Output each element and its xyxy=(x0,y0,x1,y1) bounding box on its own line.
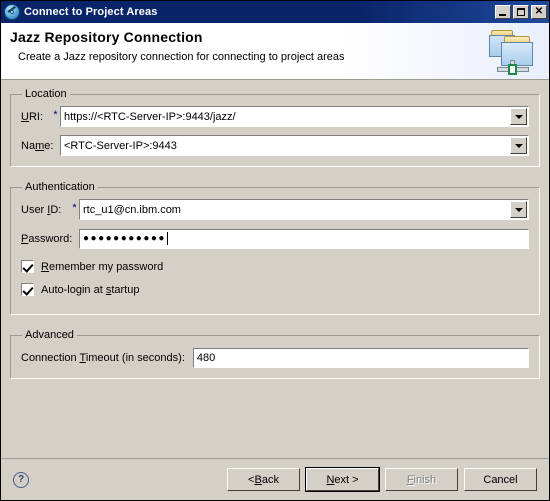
uri-label-mnemonic: U xyxy=(21,110,29,123)
maximize-button[interactable] xyxy=(513,5,529,19)
wizard-header: Jazz Repository Connection Create a Jazz… xyxy=(1,23,549,80)
password-masked-value: ●●●●●●●●●●● xyxy=(83,233,166,244)
close-button[interactable]: ✕ xyxy=(531,5,547,19)
user-id-row: User ID: * rtc_u1@cn.ibm.com xyxy=(21,199,529,220)
password-required-spacer: * xyxy=(70,231,79,243)
repository-connection-icon xyxy=(485,26,541,78)
uri-label: URI: xyxy=(21,110,44,123)
dialog-window: Connect to Project Areas ✕ Jazz Reposito… xyxy=(0,0,550,501)
user-id-dropdown-arrow-icon[interactable] xyxy=(510,201,527,218)
location-group-legend: Location xyxy=(25,88,67,100)
connection-timeout-value: 480 xyxy=(196,351,216,364)
page-title: Jazz Repository Connection xyxy=(10,29,203,45)
back-button[interactable]: < Back xyxy=(227,468,300,491)
button-bar-divider xyxy=(1,458,549,459)
dialog-button-bar: ? < Back Next > Finish Cancel xyxy=(1,458,549,500)
uri-combo[interactable]: https://<RTC-Server-IP>:9443/jazz/ xyxy=(60,106,529,127)
location-group: Location URI: * https://<RTC-Server-IP>:… xyxy=(10,88,540,167)
name-label: Name: xyxy=(21,139,54,152)
user-id-input[interactable]: rtc_u1@cn.ibm.com xyxy=(80,200,510,219)
window-title: Connect to Project Areas xyxy=(24,6,158,18)
remember-password-checkbox[interactable] xyxy=(20,259,35,274)
window-controls: ✕ xyxy=(495,5,547,19)
page-description: Create a Jazz repository connection for … xyxy=(18,51,345,63)
name-required-spacer: * xyxy=(51,138,60,150)
connection-timeout-input[interactable]: 480 xyxy=(191,346,531,369)
auto-login-checkbox[interactable] xyxy=(20,282,35,297)
title-bar: Connect to Project Areas ✕ xyxy=(1,1,549,23)
wizard-buttons: < Back Next > Finish Cancel xyxy=(227,467,537,492)
finish-button: Finish xyxy=(385,468,458,491)
authentication-group-legend: Authentication xyxy=(25,181,95,193)
name-input[interactable]: <RTC-Server-IP>:9443 xyxy=(61,136,510,155)
jazz-disc-icon xyxy=(4,4,20,20)
advanced-group: Advanced Connection Timeout (in seconds)… xyxy=(10,329,540,379)
connection-timeout-label: Connection Timeout (in seconds): xyxy=(21,351,185,364)
user-id-required-marker: * xyxy=(72,201,77,214)
auto-login-checkbox-row[interactable]: Auto-login at startup xyxy=(20,281,529,298)
auto-login-label: Auto-login at startup xyxy=(41,283,140,296)
remember-password-label: Remember my password xyxy=(41,260,164,273)
connection-timeout-row: Connection Timeout (in seconds): 480 xyxy=(21,346,531,369)
uri-required-marker: * xyxy=(53,108,58,121)
user-id-label: User ID: xyxy=(21,203,62,216)
close-icon: ✕ xyxy=(534,6,544,17)
uri-dropdown-arrow-icon[interactable] xyxy=(510,108,527,125)
cancel-button[interactable]: Cancel xyxy=(464,468,537,491)
password-input[interactable]: ●●●●●●●●●●● xyxy=(78,227,530,250)
password-label: Password: xyxy=(21,232,73,245)
uri-input[interactable]: https://<RTC-Server-IP>:9443/jazz/ xyxy=(61,107,510,126)
dialog-body: Location URI: * https://<RTC-Server-IP>:… xyxy=(1,80,549,482)
remember-password-checkbox-row[interactable]: Remember my password xyxy=(20,258,529,275)
password-row: Password: * ●●●●●●●●●●● xyxy=(21,227,530,250)
name-dropdown-arrow-icon[interactable] xyxy=(510,137,527,154)
authentication-group: Authentication User ID: * rtc_u1@cn.ibm.… xyxy=(10,181,540,315)
help-icon[interactable]: ? xyxy=(13,471,29,488)
name-row: Name: * <RTC-Server-IP>:9443 xyxy=(21,135,529,156)
next-button[interactable]: Next > xyxy=(305,467,380,492)
text-caret xyxy=(166,232,168,245)
minimize-button[interactable] xyxy=(495,5,511,19)
uri-row: URI: * https://<RTC-Server-IP>:9443/jazz… xyxy=(21,106,529,127)
advanced-group-legend: Advanced xyxy=(25,329,74,341)
user-id-combo[interactable]: rtc_u1@cn.ibm.com xyxy=(79,199,529,220)
name-combo[interactable]: <RTC-Server-IP>:9443 xyxy=(60,135,529,156)
